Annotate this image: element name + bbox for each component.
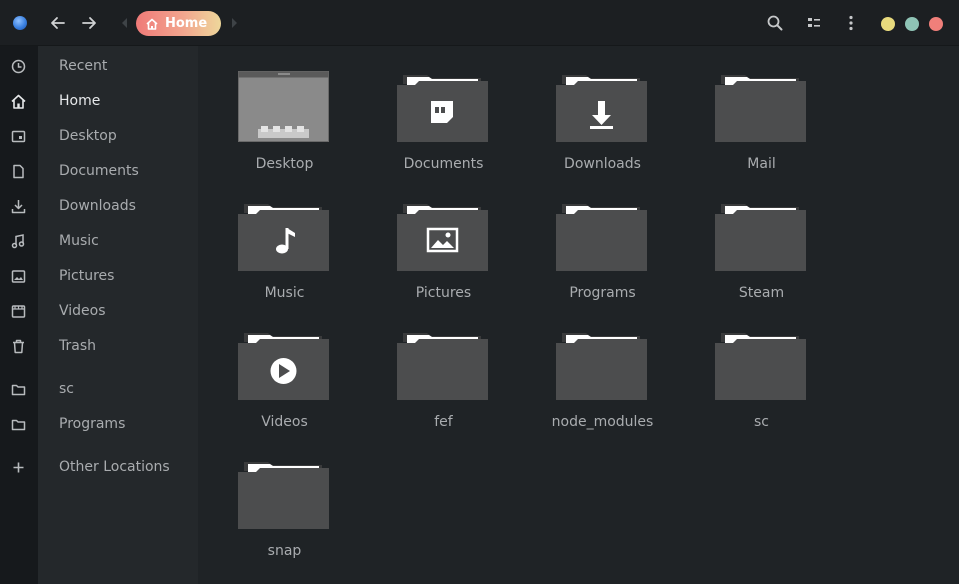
- sidebar-item-videos[interactable]: Videos: [0, 294, 198, 329]
- file-item-sc[interactable]: sc: [675, 304, 834, 433]
- file-item-steam[interactable]: Steam: [675, 175, 834, 304]
- back-button[interactable]: [49, 14, 67, 32]
- view-toggle-button[interactable]: [805, 14, 823, 32]
- home-icon: [11, 94, 26, 109]
- plus-icon: [13, 462, 24, 473]
- sidebar-item-recent[interactable]: Recent: [0, 49, 198, 84]
- file-item-programs[interactable]: Programs: [516, 175, 675, 304]
- list-view-icon: [808, 18, 820, 27]
- file-item-pictures[interactable]: Pictures: [357, 175, 516, 304]
- music-folder-icon: [238, 204, 329, 271]
- sidebar-item-desktop[interactable]: Desktop: [0, 119, 198, 154]
- search-button[interactable]: [766, 14, 784, 32]
- file-label: Programs: [569, 285, 636, 301]
- maximize-button[interactable]: [905, 17, 919, 31]
- folder-icon: [556, 333, 647, 400]
- file-item-fef[interactable]: fef: [357, 304, 516, 433]
- folder-icon: [715, 333, 806, 400]
- sidebar-item-programs[interactable]: Programs: [0, 407, 198, 442]
- folder-icon: [715, 204, 806, 271]
- sidebar-item-label: Other Locations: [59, 459, 170, 475]
- kebab-menu-icon: [849, 15, 853, 31]
- sidebar-item-label: sc: [59, 381, 74, 397]
- sidebar-item-label: Videos: [59, 303, 106, 319]
- file-label: Steam: [738, 285, 785, 301]
- file-label: Mail: [747, 156, 776, 172]
- document-icon: [13, 164, 24, 179]
- sidebar-item-music[interactable]: Music: [0, 224, 198, 259]
- breadcrumb-label: Home: [165, 16, 208, 31]
- file-label: snap: [267, 543, 302, 559]
- folder-icon: [11, 384, 26, 396]
- file-label: Music: [264, 285, 305, 301]
- folder-icon: [556, 204, 647, 271]
- file-item-videos[interactable]: Videos: [198, 304, 357, 433]
- video-icon: [11, 305, 26, 318]
- sidebar-item-label: Music: [59, 233, 99, 249]
- header-bar: Home: [0, 0, 959, 46]
- folder-icon: [238, 462, 329, 529]
- breadcrumb-home-button[interactable]: Home: [136, 11, 221, 36]
- sidebar-item-sc[interactable]: sc: [0, 372, 198, 407]
- sidebar-item-home[interactable]: Home: [0, 84, 198, 119]
- music-icon: [11, 234, 25, 249]
- file-item-documents[interactable]: Documents: [357, 46, 516, 175]
- documents-folder-icon: [397, 75, 488, 142]
- downloads-folder-icon: [556, 75, 647, 142]
- clock-icon: [11, 59, 26, 74]
- sidebar-item-label: Documents: [59, 163, 139, 179]
- desktop-folder-icon: [238, 71, 329, 142]
- trash-icon: [13, 339, 24, 354]
- close-button[interactable]: [929, 17, 943, 31]
- file-item-snap[interactable]: snap: [198, 433, 357, 562]
- arrow-left-icon: [51, 17, 65, 29]
- minimize-button[interactable]: [881, 17, 895, 31]
- pictures-folder-icon: [397, 204, 488, 271]
- file-item-music[interactable]: Music: [198, 175, 357, 304]
- download-icon: [11, 200, 26, 214]
- file-item-downloads[interactable]: Downloads: [516, 46, 675, 175]
- app-logo-icon: [13, 16, 27, 30]
- sidebar-item-label: Trash: [59, 338, 96, 354]
- arrow-right-icon: [82, 17, 96, 29]
- sidebar-item-pictures[interactable]: Pictures: [0, 259, 198, 294]
- breadcrumb-left-arrow[interactable]: [121, 17, 129, 29]
- search-icon: [767, 15, 783, 31]
- folder-icon: [11, 419, 26, 431]
- sidebar-item-downloads[interactable]: Downloads: [0, 189, 198, 224]
- file-label: node_modules: [551, 414, 654, 430]
- file-label: Pictures: [415, 285, 472, 301]
- sidebar-item-label: Home: [59, 93, 101, 109]
- file-label: Documents: [403, 156, 484, 172]
- file-item-desktop[interactable]: Desktop: [198, 46, 357, 175]
- sidebar-item-label: Pictures: [59, 268, 115, 284]
- forward-button[interactable]: [80, 14, 98, 32]
- file-item-node-modules[interactable]: node_modules: [516, 304, 675, 433]
- breadcrumb-right-arrow[interactable]: [230, 17, 238, 29]
- file-label: fef: [434, 414, 453, 430]
- sidebar-item-label: Programs: [59, 416, 126, 432]
- file-label: Videos: [261, 414, 308, 430]
- sidebar-item-trash[interactable]: Trash: [0, 329, 198, 364]
- file-item-mail[interactable]: Mail: [675, 46, 834, 175]
- menu-button[interactable]: [842, 14, 860, 32]
- desktop-icon: [11, 130, 26, 143]
- file-label: Desktop: [255, 156, 314, 172]
- file-label: Downloads: [564, 156, 641, 172]
- sidebar-item-label: Recent: [59, 58, 108, 74]
- folder-icon: [715, 75, 806, 142]
- picture-icon: [11, 270, 26, 283]
- sidebar-item-documents[interactable]: Documents: [0, 154, 198, 189]
- sidebar-item-label: Downloads: [59, 198, 136, 214]
- sidebar-item-label: Desktop: [59, 128, 117, 144]
- sidebar-item-other-locations[interactable]: Other Locations: [0, 450, 198, 485]
- folder-icon: [397, 333, 488, 400]
- home-icon: [146, 18, 158, 30]
- file-label: sc: [754, 414, 769, 430]
- videos-folder-icon: [238, 333, 329, 400]
